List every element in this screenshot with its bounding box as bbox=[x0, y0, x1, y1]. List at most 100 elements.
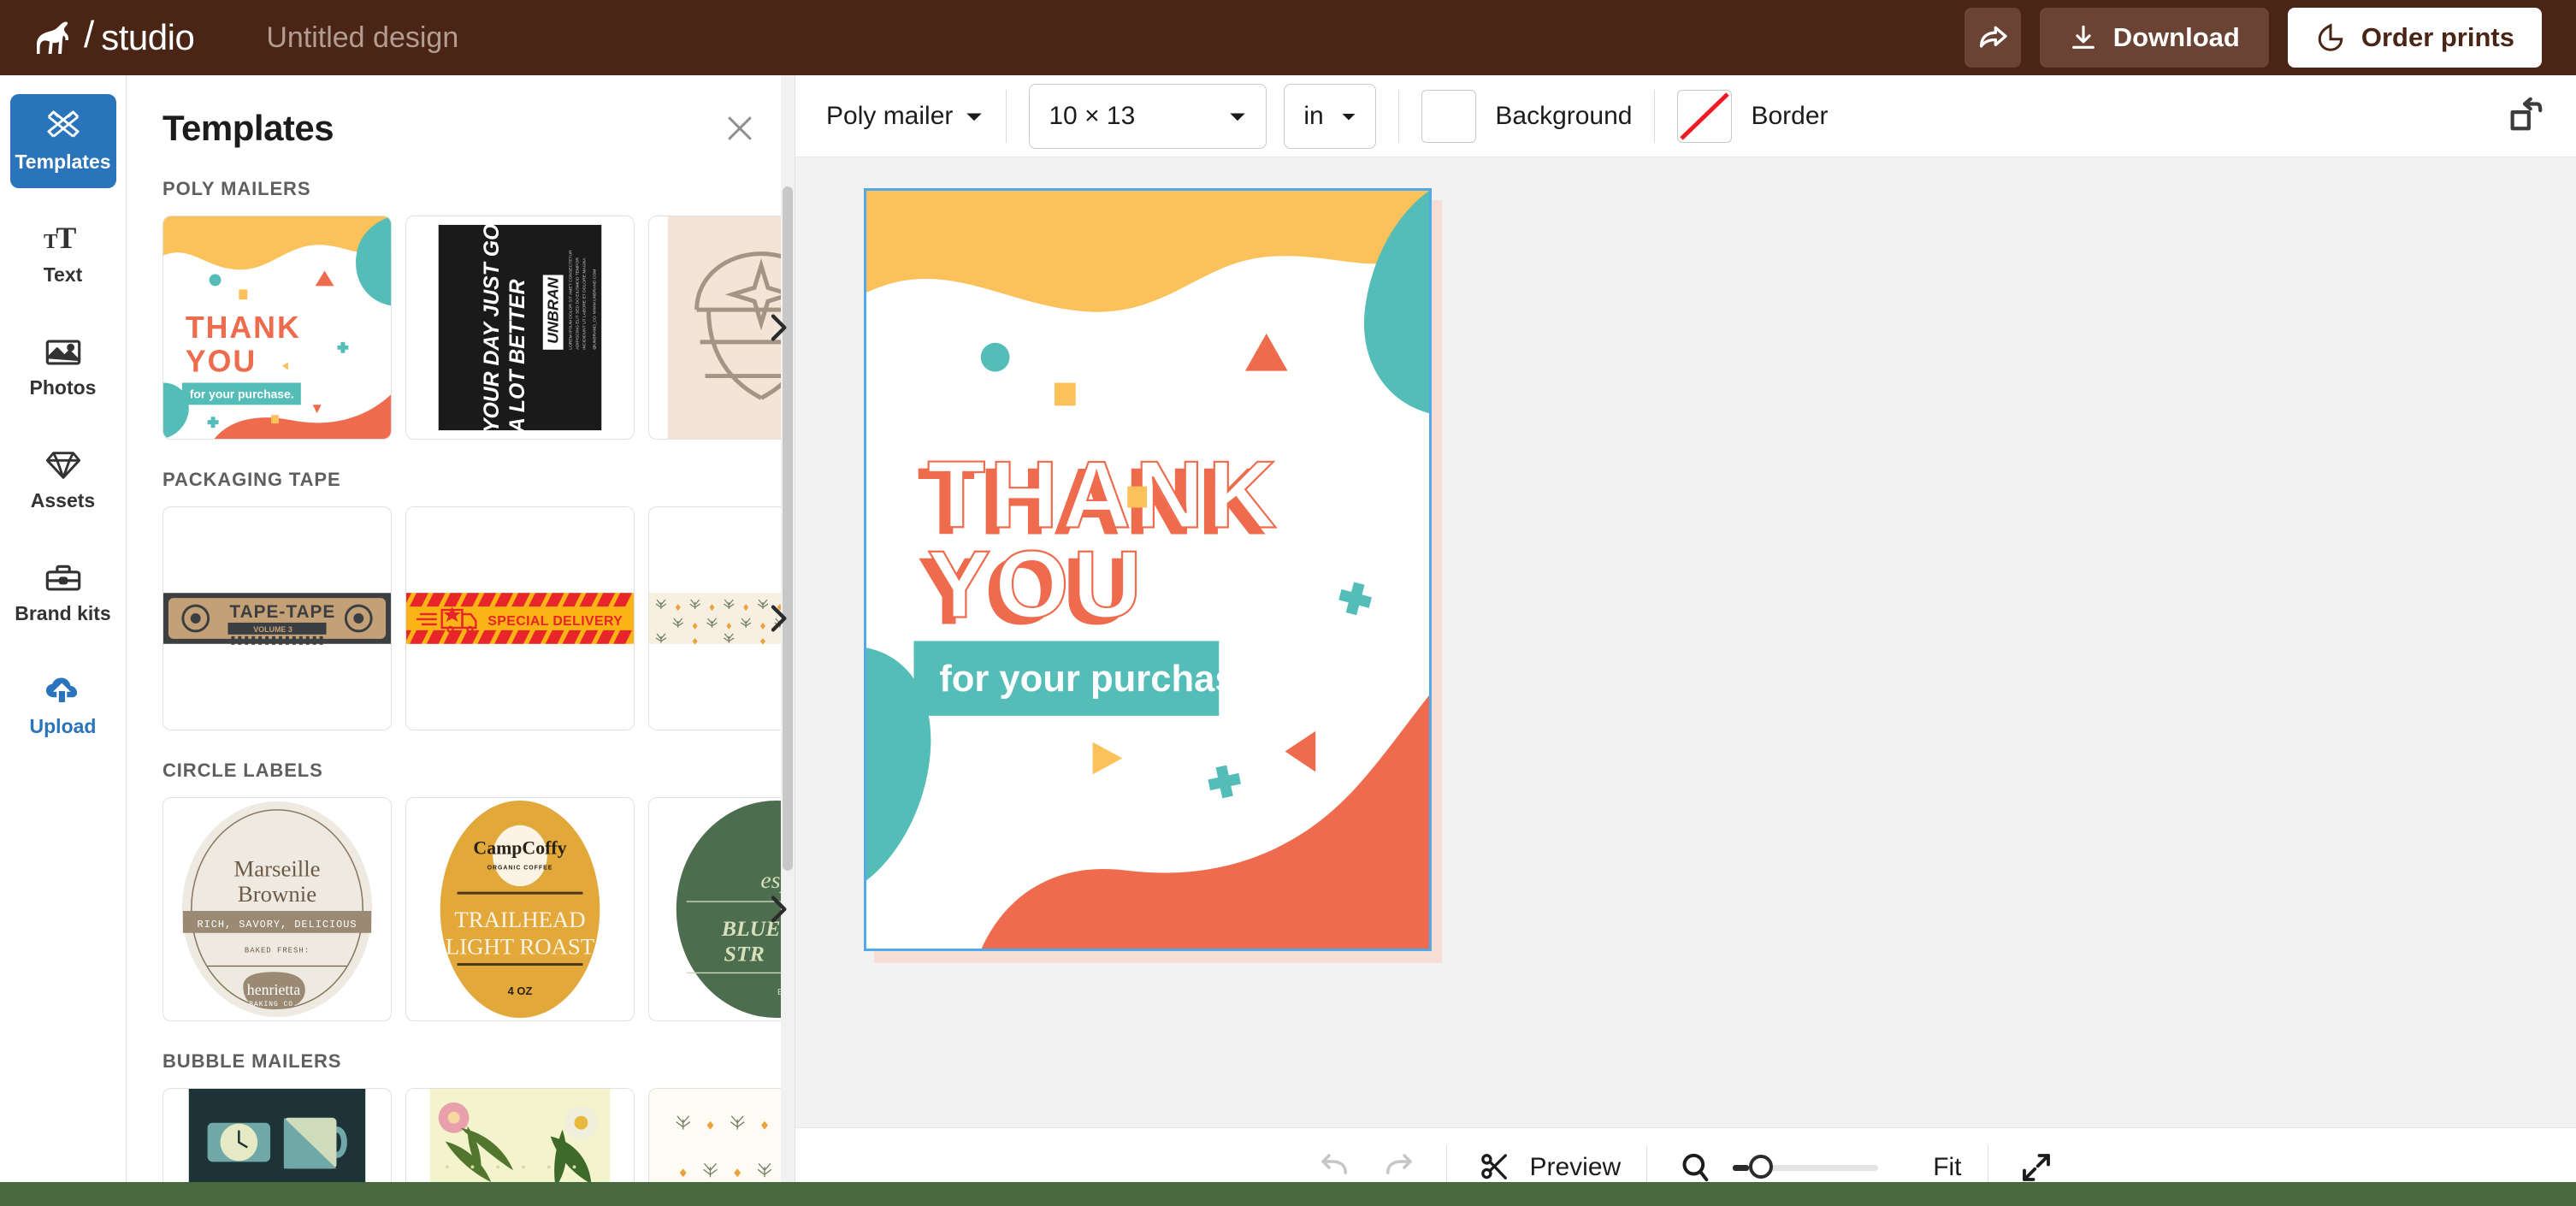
sidebar-item-label: Upload bbox=[29, 714, 97, 737]
svg-text:STR: STR bbox=[724, 942, 765, 967]
preview-label[interactable]: Preview bbox=[1529, 1153, 1621, 1182]
svg-text:ORGANIC COFFEE: ORGANIC COFFEE bbox=[487, 865, 553, 871]
page-title: Templates bbox=[162, 108, 334, 148]
template-card-label-coffee[interactable]: CampCoffy ORGANIC COFFEE TRAILHEAD LIGHT… bbox=[405, 797, 635, 1021]
border-label: Border bbox=[1751, 101, 1829, 130]
design-artwork: THANK THANK YOU YOU for your purchase. bbox=[866, 191, 1429, 949]
svg-text:for your purchase.: for your purchase. bbox=[190, 387, 294, 400]
template-card-tape-cassette[interactable]: TAPE-TAPE VOLUME 3 bbox=[162, 506, 392, 730]
toolbar-divider bbox=[1654, 89, 1656, 143]
templates-panel: Templates POLY MAILERS THANK YOU for you bbox=[127, 75, 795, 1206]
section-title: POLY MAILERS bbox=[162, 178, 311, 199]
gem-icon bbox=[45, 451, 80, 479]
carousel-next-button[interactable] bbox=[753, 304, 795, 352]
sidebar: Templates T T Text Photos Assets Brand k… bbox=[0, 75, 127, 1206]
chevron-down-icon bbox=[1230, 113, 1246, 121]
brand-logo[interactable]: / studio bbox=[34, 14, 195, 59]
svg-text:SPECIAL DELIVERY: SPECIAL DELIVERY bbox=[487, 614, 623, 629]
canvas-toolbar: Poly mailer 10 × 13 in Background Border bbox=[795, 75, 2576, 157]
order-prints-button[interactable]: Order prints bbox=[2287, 8, 2542, 68]
unit-label: in bbox=[1303, 101, 1324, 130]
svg-text:T: T bbox=[56, 222, 76, 255]
sidebar-item-label: Assets bbox=[30, 488, 96, 511]
chevron-down-icon bbox=[966, 113, 983, 121]
svg-text:CampCoffy: CampCoffy bbox=[473, 837, 566, 858]
template-card-label-brownie[interactable]: Marseille Brownie RICH, SAVORY, DELICIOU… bbox=[162, 797, 392, 1021]
sidebar-item-upload[interactable]: Upload bbox=[10, 659, 116, 753]
rotate-button[interactable] bbox=[2506, 94, 2545, 138]
svg-text:TRAILHEAD: TRAILHEAD bbox=[454, 907, 585, 932]
top-bar-actions: Download Order prints bbox=[1964, 8, 2542, 68]
download-button[interactable]: Download bbox=[2039, 8, 2269, 68]
sidebar-item-label: Photos bbox=[29, 375, 97, 399]
svg-text:YOUR DAY JUST GOT: YOUR DAY JUST GOT bbox=[481, 216, 504, 433]
template-card-unbrand[interactable]: YOUR DAY JUST GOT A LOT BETTER UNBRAN LO… bbox=[405, 216, 635, 440]
sidebar-item-assets[interactable]: Assets bbox=[10, 433, 116, 527]
share-button[interactable] bbox=[1964, 8, 2021, 68]
rotate-icon bbox=[2510, 97, 2543, 131]
editor-stage: Poly mailer 10 × 13 in Background Border bbox=[795, 75, 2576, 1206]
template-carousel: THANK YOU for your purchase. YOUR DAY JU… bbox=[162, 216, 795, 440]
artboard[interactable]: THANK THANK YOU YOU for your purchase. bbox=[866, 191, 1429, 949]
share-arrow-icon bbox=[1979, 26, 2007, 48]
zoom-slider-knob[interactable] bbox=[1749, 1154, 1774, 1179]
product-type-dropdown[interactable]: Poly mailer bbox=[826, 102, 984, 131]
design-title[interactable]: Untitled design bbox=[266, 21, 458, 55]
carousel-next-button[interactable] bbox=[753, 885, 795, 933]
redo-icon bbox=[1386, 1153, 1413, 1174]
size-dropdown[interactable]: 10 × 13 bbox=[1029, 83, 1267, 149]
upload-cloud-icon bbox=[45, 677, 77, 702]
label-brownie-art: Marseille Brownie RICH, SAVORY, DELICIOU… bbox=[163, 798, 391, 1020]
template-card-tape-delivery[interactable]: SPECIAL DELIVERY bbox=[405, 506, 635, 730]
svg-text:LIGHT ROAST: LIGHT ROAST bbox=[446, 934, 594, 960]
photos-icon bbox=[45, 339, 80, 365]
section-title: PACKAGING TAPE bbox=[162, 469, 341, 490]
toolbar-divider bbox=[1398, 89, 1400, 143]
bottom-status-bar bbox=[0, 1182, 2576, 1206]
border-color-swatch[interactable] bbox=[1677, 89, 1733, 143]
zoom-slider[interactable] bbox=[1733, 1154, 1879, 1179]
text-icon: T T bbox=[44, 222, 76, 255]
undo-icon bbox=[1321, 1153, 1348, 1174]
background-label: Background bbox=[1495, 101, 1633, 130]
template-carousel: TAPE-TAPE VOLUME 3 SPECIAL DELIVERY bbox=[162, 506, 795, 730]
svg-text:@UNBRAND_CO: @UNBRAND_CO bbox=[592, 316, 597, 350]
canvas-area[interactable]: THANK THANK YOU YOU for your purchase. bbox=[795, 157, 2576, 1127]
svg-text:WWW.UNBRAND.COM: WWW.UNBRAND.COM bbox=[592, 269, 597, 315]
svg-text:UNBRAN: UNBRAN bbox=[545, 276, 562, 343]
brand-name: studio bbox=[101, 17, 195, 57]
svg-text:TAPE-TAPE: TAPE-TAPE bbox=[229, 602, 335, 622]
expand-icon bbox=[2022, 1153, 2050, 1181]
sidebar-item-label: Brand kits bbox=[15, 601, 111, 624]
scissors-icon bbox=[1481, 1153, 1508, 1179]
sidebar-item-label: Templates bbox=[15, 150, 111, 173]
toolbar-divider bbox=[1006, 89, 1007, 143]
horse-icon bbox=[37, 21, 68, 54]
svg-text:INCIDIDUNT UT LABORE ET DOLORE: INCIDIDUNT UT LABORE ET DOLORE MAGNA bbox=[582, 257, 587, 350]
chevron-right-icon bbox=[771, 896, 787, 923]
download-label: Download bbox=[2112, 22, 2240, 52]
unit-dropdown[interactable]: in bbox=[1284, 83, 1377, 149]
svg-text:LOREM IPSUM DOLOR SIT AMET CON: LOREM IPSUM DOLOR SIT AMET CONSECTETUR bbox=[569, 250, 574, 350]
svg-text:Marseille: Marseille bbox=[233, 855, 320, 881]
svg-text:ADIPISCING ELIT SED DO EIUSMOD: ADIPISCING ELIT SED DO EIUSMOD TEMPOR bbox=[575, 257, 580, 350]
sidebar-item-brand-kits[interactable]: Brand kits bbox=[10, 546, 116, 640]
sidebar-item-photos[interactable]: Photos bbox=[10, 320, 116, 414]
svg-text:henrietta: henrietta bbox=[247, 981, 301, 998]
template-card-thankyou[interactable]: THANK YOU for your purchase. bbox=[162, 216, 392, 440]
panel-scrollbar-thumb[interactable] bbox=[783, 186, 793, 871]
svg-text:for your purchase.: for your purchase. bbox=[939, 658, 1267, 700]
chevron-right-icon bbox=[771, 605, 787, 632]
artboard-selection[interactable]: THANK THANK YOU YOU for your purchase. bbox=[864, 188, 1432, 951]
section-poly-mailers: POLY MAILERS THANK YOU for your purchase… bbox=[127, 178, 795, 440]
zoom-out-dash-icon bbox=[1733, 1164, 1750, 1171]
sidebar-item-templates[interactable]: Templates bbox=[9, 94, 116, 188]
sidebar-item-text[interactable]: T T Text bbox=[10, 207, 116, 301]
close-icon[interactable] bbox=[721, 109, 759, 147]
carousel-next-button[interactable] bbox=[753, 594, 795, 642]
templates-icon bbox=[46, 109, 80, 138]
svg-text:4 OZ: 4 OZ bbox=[508, 984, 533, 997]
fit-button[interactable]: Fit bbox=[1933, 1153, 1961, 1182]
background-color-swatch[interactable] bbox=[1421, 89, 1477, 143]
top-bar: / studio Untitled design Download Order … bbox=[0, 0, 2576, 75]
